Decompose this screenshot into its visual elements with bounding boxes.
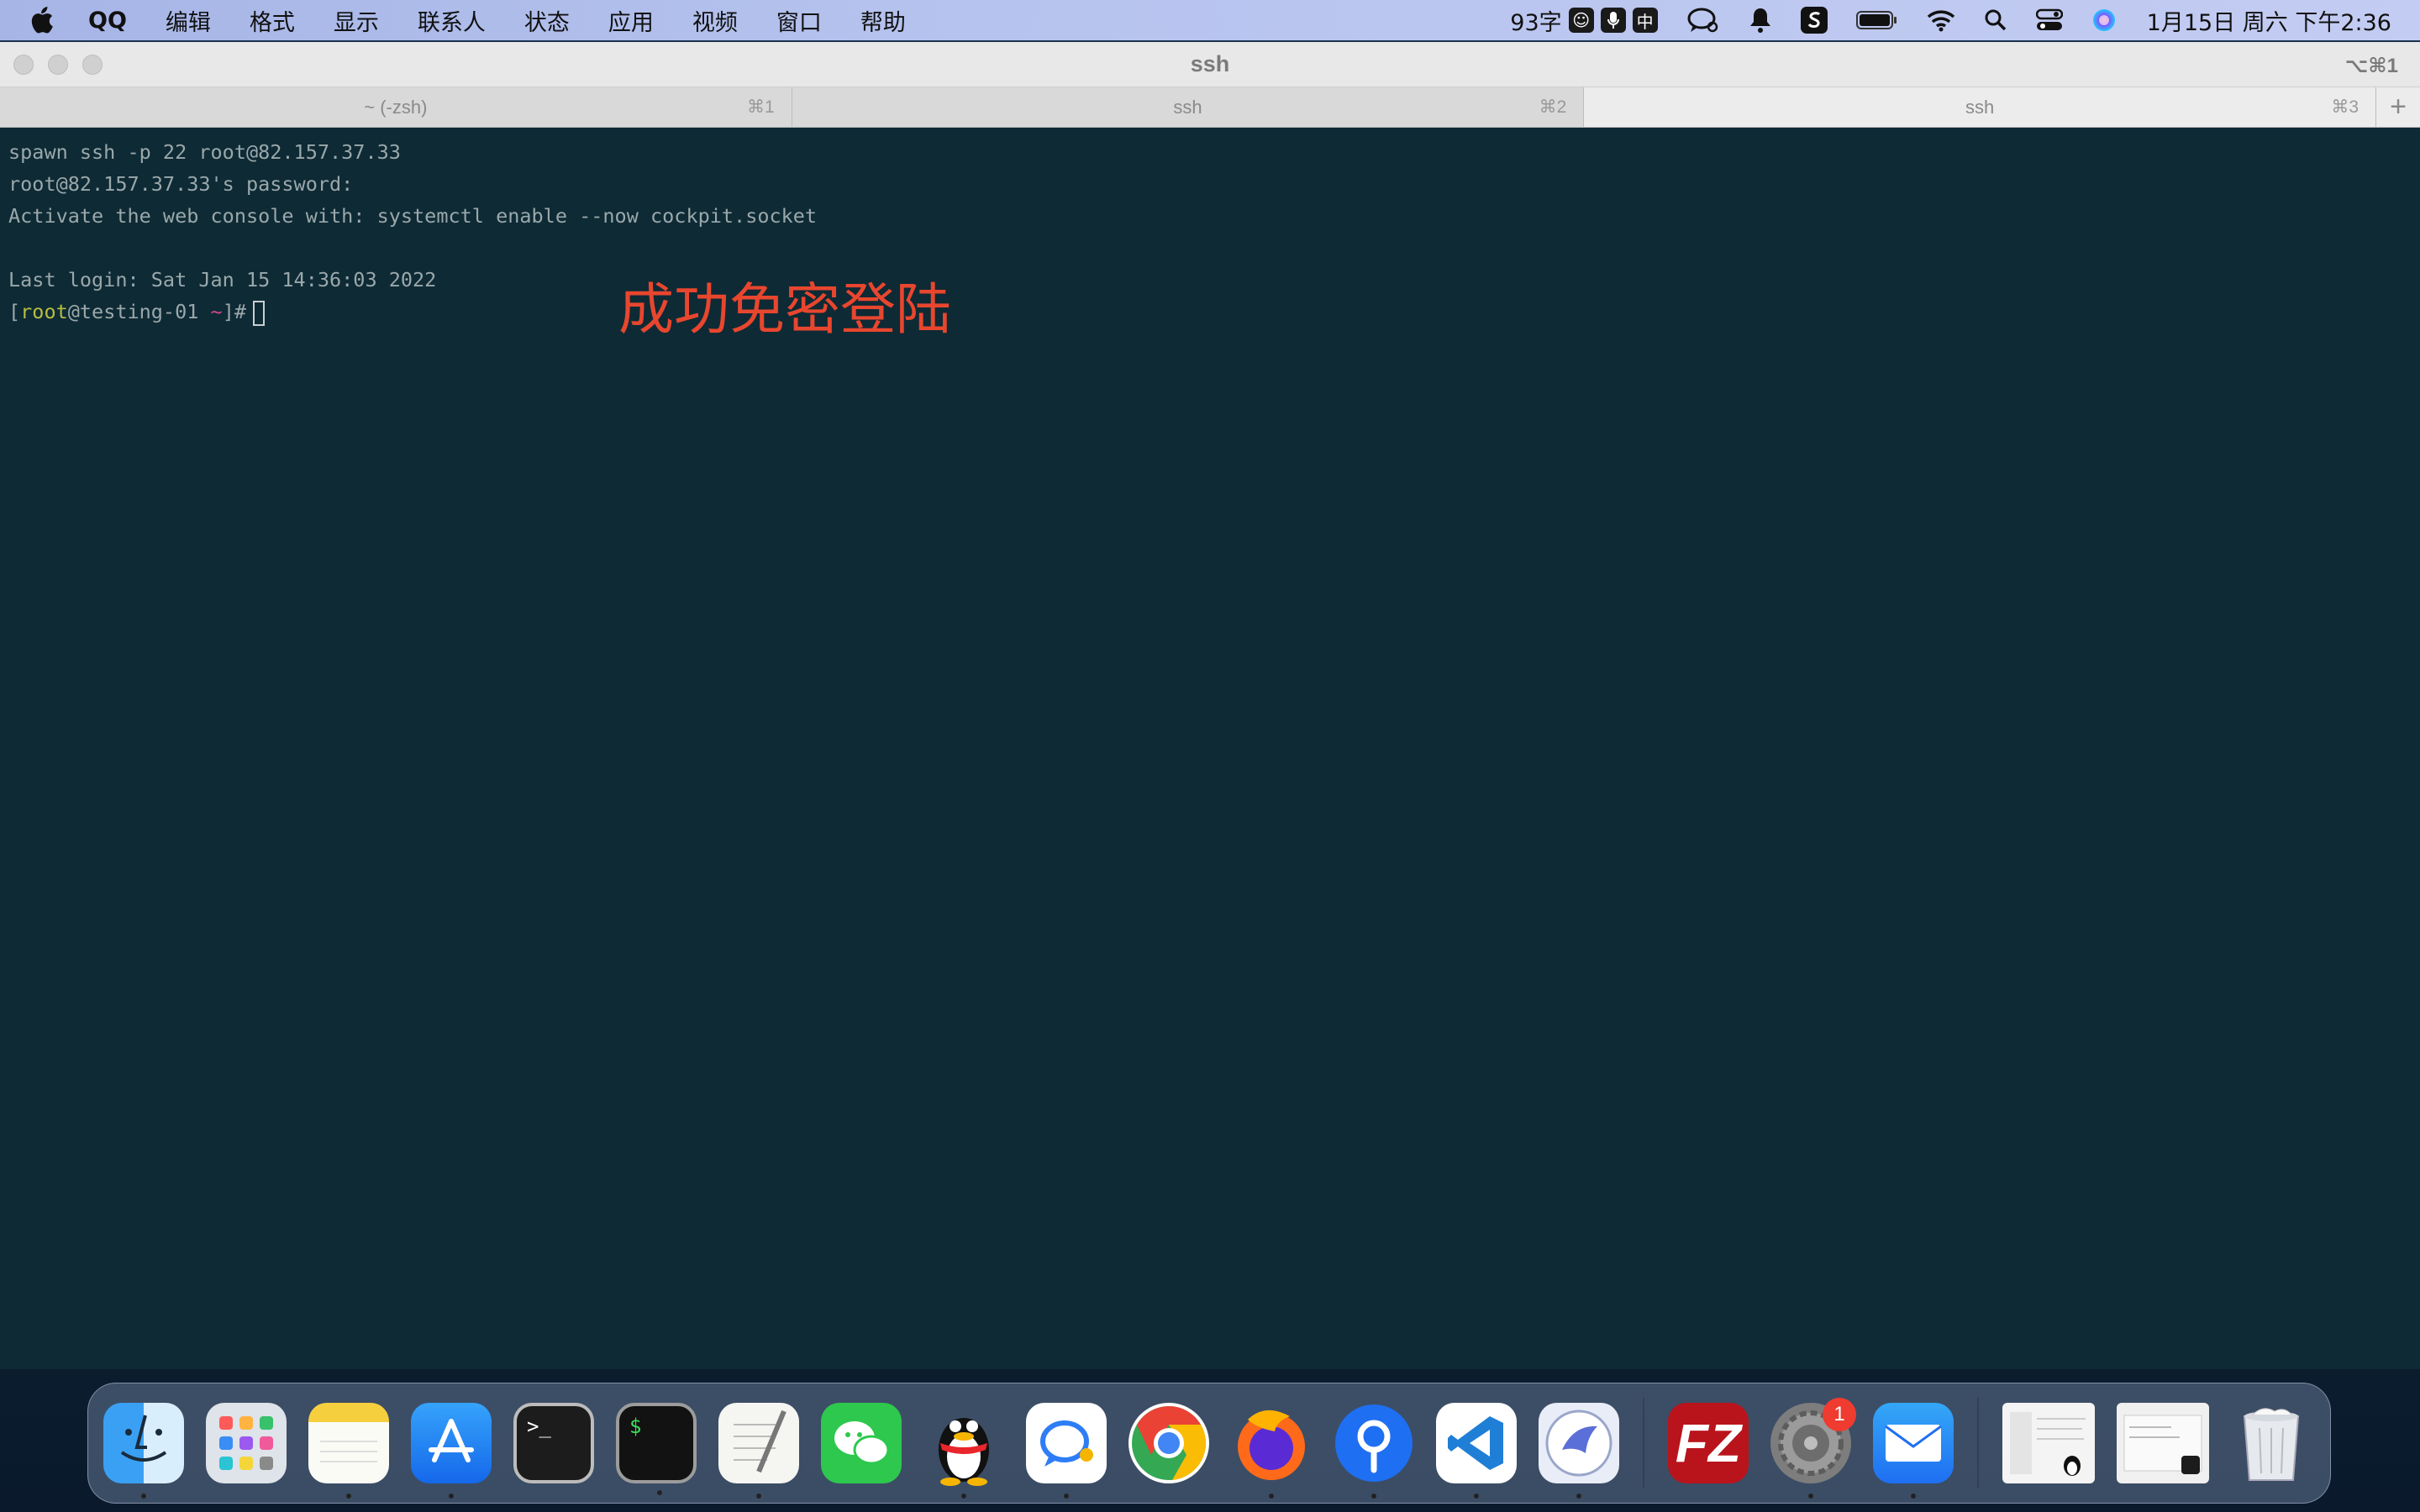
iterm-icon[interactable]: $ [616,1403,697,1495]
prompt-path: ~ [210,300,223,323]
success-annotation: 成功免密登陆 [618,277,951,342]
qq-icon[interactable] [923,1403,1004,1499]
menu-format[interactable]: 格式 [230,4,314,37]
tab-ssh-3[interactable]: ssh ⌘3 [1584,87,2377,127]
terminal-output[interactable]: spawn ssh -p 22 root@82.157.37.33 root@8… [0,128,2420,1369]
chat-icon[interactable] [1026,1403,1107,1499]
tab-shortcut: ⌘2 [1539,97,1567,117]
menu-view[interactable]: 显示 [314,4,398,37]
mail-icon[interactable] [1873,1403,1954,1499]
textedit-icon[interactable] [718,1403,799,1499]
tab-label: ~ (-zsh) [364,96,428,118]
iterm-glyph: $ [629,1415,642,1438]
spotlight-search-icon[interactable] [1984,8,2007,32]
terminal-line: Activate the web console with: systemctl… [8,204,818,228]
shell-prompt: [root@testing-01 ~]# [8,296,2420,328]
terminal-line: spawn ssh -p 22 root@82.157.37.33 [8,140,401,164]
word-count: 93字 [1510,9,1562,36]
running-indicator [756,1494,761,1499]
filezilla-glyph: FZ [1675,1413,1742,1473]
menu-bar: QQ 编辑 格式 显示 联系人 状态 应用 视频 窗口 帮助 93字 ☺ 中 1… [0,0,2420,40]
system-preferences-icon[interactable]: 1 [1770,1398,1856,1499]
launchpad-icon[interactable] [206,1403,287,1483]
trash-icon[interactable] [2231,1403,2312,1483]
prompt-host: @testing-01 [67,300,199,323]
menu-edit[interactable]: 编辑 [146,4,230,37]
chat-bubble-icon[interactable] [1686,7,1720,34]
running-indicator [1911,1494,1916,1499]
new-tab-button[interactable]: + [2376,87,2420,127]
notification-badge: 1 [1823,1398,1856,1431]
running-indicator [346,1494,351,1499]
running-indicator [657,1490,662,1495]
wechat-icon[interactable] [821,1403,902,1483]
terminal-line: root@82.157.37.33's password: [8,172,354,196]
prompt-user: root [20,300,68,323]
tab-shortcut: ⌘3 [2331,97,2360,117]
running-indicator [141,1494,146,1499]
tab-shortcut: ⌘1 [746,97,775,117]
tab-bar: ~ (-zsh) ⌘1 ssh ⌘2 ssh ⌘3 + [0,87,2420,128]
firefox-icon[interactable] [1231,1403,1312,1499]
terminal-line: Last login: Sat Jan 15 14:36:03 2022 [8,268,437,291]
running-indicator [1269,1494,1274,1499]
text-cursor [253,300,265,326]
window-title: ssh [1190,51,1230,76]
window-shortcut: ⌥⌘1 [2344,55,2398,77]
running-indicator [1808,1494,1813,1499]
tab-label: ssh [1965,96,1995,118]
qq-bell-icon[interactable] [1749,7,1772,34]
vscode-icon[interactable] [1436,1403,1517,1499]
lark-icon[interactable] [1539,1403,1619,1499]
sogou-icon[interactable] [1800,7,1828,34]
prompt-bracket-open: [ [8,300,21,323]
dock-separator [1643,1398,1644,1488]
menu-clock[interactable]: 1月15日 周六 下午2:36 [2147,4,2391,37]
tab-ssh-2[interactable]: ssh ⌘2 [792,87,1585,127]
menu-window[interactable]: 窗口 [757,4,841,37]
control-center-icon[interactable] [2035,8,2063,32]
minimized-window-thumbnail[interactable] [2002,1403,2095,1483]
app-store-icon[interactable] [411,1403,492,1499]
menu-app-qq[interactable]: QQ [69,8,146,34]
running-indicator [449,1494,454,1499]
input-method-indicator[interactable]: 中 [1632,8,1658,33]
minimized-window-thumbnail[interactable] [2117,1403,2209,1483]
running-indicator [961,1494,966,1499]
running-indicator [1576,1494,1581,1499]
running-indicator [1474,1494,1479,1499]
menu-apps[interactable]: 应用 [589,4,673,37]
dock-separator [1977,1398,1979,1488]
menu-video[interactable]: 视频 [673,4,757,37]
terminal-icon[interactable]: >_ [513,1403,594,1483]
microphone-icon[interactable] [1600,8,1626,33]
chrome-icon[interactable] [1128,1403,1209,1483]
prompt-bracket-close: ]# [222,300,246,323]
finder-icon[interactable] [103,1403,184,1499]
tab-zsh[interactable]: ~ (-zsh) ⌘1 [0,87,792,127]
running-indicator [1371,1494,1376,1499]
terminal-window: ssh ⌥⌘1 ~ (-zsh) ⌘1 ssh ⌘2 ssh ⌘3 + spaw… [0,42,2420,1369]
menu-contacts[interactable]: 联系人 [398,4,505,37]
apple-menu-icon[interactable] [18,0,69,40]
tab-label: ssh [1173,96,1202,118]
battery-icon[interactable] [1855,10,1898,30]
menu-status[interactable]: 状态 [505,4,589,37]
emoji-input-icon[interactable]: ☺ [1568,8,1594,33]
notes-icon[interactable] [308,1403,389,1499]
filezilla-icon[interactable]: FZ [1668,1403,1749,1483]
running-indicator [1064,1494,1069,1499]
terminal-glyph: >_ [527,1415,551,1438]
title-bar[interactable]: ssh ⌥⌘1 [0,42,2420,87]
dock: >_ $ FZ 1 [87,1383,2331,1504]
siri-icon[interactable] [2091,8,2117,33]
wifi-icon[interactable] [1927,8,1955,32]
pin-icon[interactable] [1334,1403,1414,1499]
menu-help[interactable]: 帮助 [841,4,925,37]
